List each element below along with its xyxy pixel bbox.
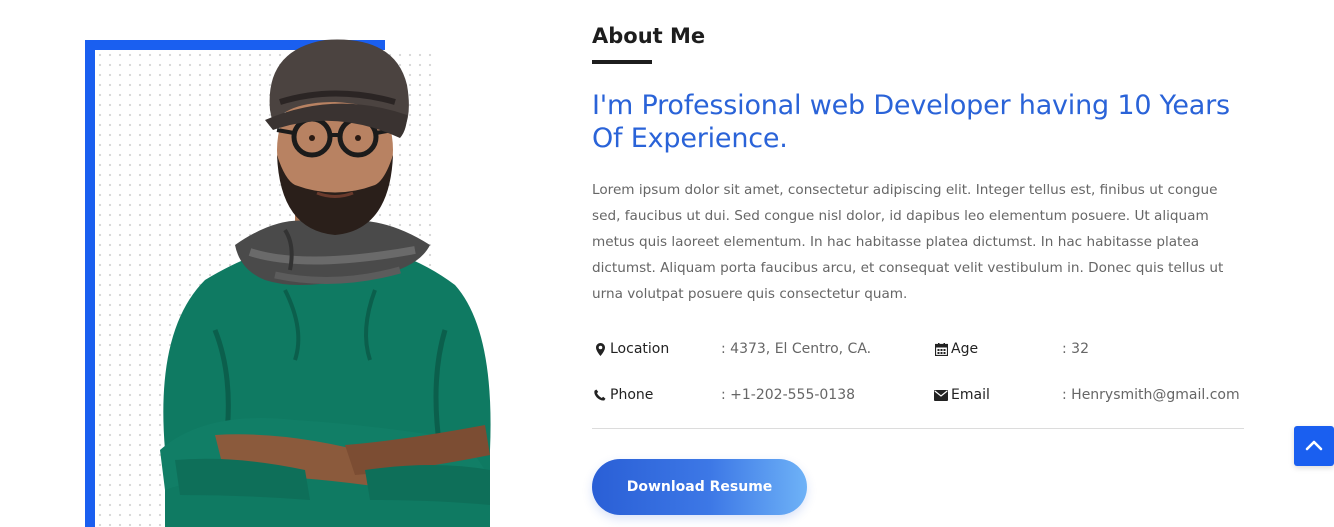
info-location: Location	[592, 338, 669, 360]
info-age: Age	[933, 338, 978, 360]
section-title: About Me	[592, 24, 706, 48]
info-email: Email	[933, 384, 990, 406]
photo-area	[85, 39, 515, 527]
envelope-icon	[933, 387, 949, 403]
location-value: : 4373, El Centro, CA.	[721, 341, 872, 357]
bio-paragraph: Lorem ipsum dolor sit amet, consectetur …	[592, 182, 1224, 302]
age-value: : 32	[1062, 341, 1089, 357]
about-section: About Me I'm Professional web Developer …	[0, 0, 1334, 527]
info-row-1: Location : 4373, El Centro, CA. Age: 32	[592, 338, 1244, 360]
location-label: Location	[610, 341, 670, 357]
back-to-top-button[interactable]	[1294, 426, 1334, 466]
info-row-2: Phone : +1-202-555-0138 Email : Henrysmi…	[592, 384, 1244, 406]
age-label: Age	[951, 341, 979, 357]
map-marker-icon	[592, 341, 608, 357]
chevron-up-icon	[1305, 439, 1323, 454]
info-phone: Phone	[592, 384, 653, 406]
phone-icon	[592, 387, 608, 403]
headline: I'm Professional web Developer having 10…	[592, 90, 1230, 154]
email-label: Email	[951, 387, 990, 403]
phone-label: Phone	[610, 387, 654, 403]
download-resume-button[interactable]: Download Resume	[592, 459, 807, 515]
calendar-icon	[933, 341, 949, 357]
divider	[592, 428, 1244, 429]
portrait-image	[160, 39, 491, 527]
phone-value: : +1-202-555-0138	[721, 387, 856, 403]
email-value[interactable]: : Henrysmith@gmail.com	[1062, 384, 1240, 406]
title-underline	[592, 60, 652, 64]
